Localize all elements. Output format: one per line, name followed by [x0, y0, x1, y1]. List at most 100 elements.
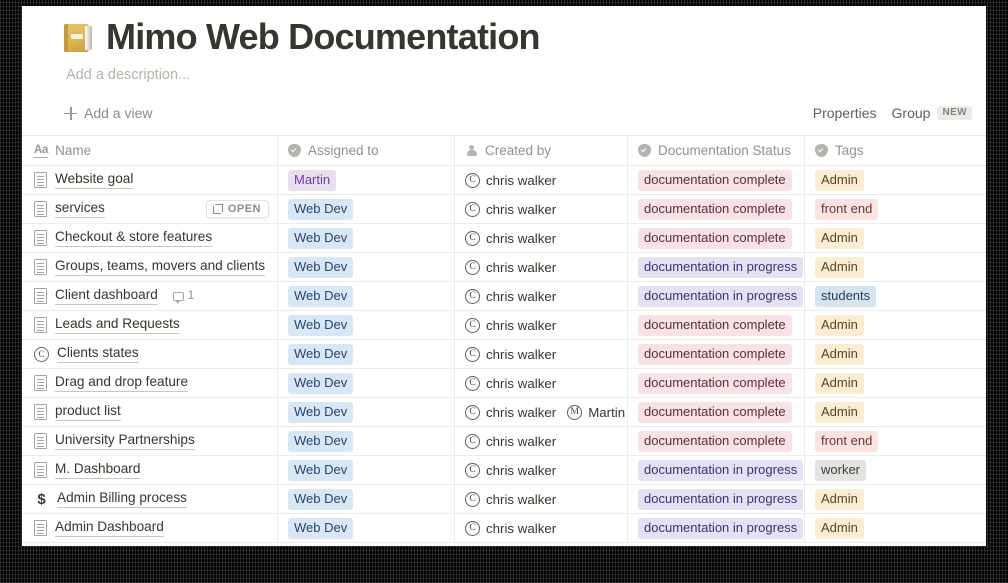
row-title-link[interactable]: Client dashboard [55, 287, 158, 306]
cell-documentation-status[interactable]: documentation in progress [628, 253, 805, 282]
table-row[interactable]: $ Admin Billing process Web Dev Cchris walk… [22, 485, 986, 515]
cell-created-by[interactable]: Cchris walker [455, 514, 628, 543]
table-row[interactable]: services OPEN Web Dev Cchris walker document… [22, 195, 986, 225]
properties-button[interactable]: Properties [813, 105, 877, 121]
cell-tags[interactable]: Admin [805, 311, 964, 339]
cell-name[interactable] [22, 543, 278, 546]
cell-tags[interactable]: Admin [805, 224, 964, 252]
table-row[interactable]: Website goal Martin Cchris walker documenta… [22, 166, 986, 196]
cell-assigned-to[interactable]: Web Dev [278, 311, 455, 340]
cell-tags[interactable]: front end [805, 427, 964, 455]
cell-name[interactable]: University Partnerships [22, 427, 278, 456]
cell-name[interactable]: services OPEN [22, 195, 278, 224]
cell-name[interactable]: Checkout & store features [22, 224, 278, 253]
cell-assigned-to[interactable]: Web Dev [278, 340, 455, 369]
table-row[interactable]: Drag and drop feature Web Dev Cchris walke… [22, 369, 986, 399]
cell-name[interactable]: Leads and Requests [22, 311, 278, 340]
cell-tags[interactable]: students [805, 282, 964, 310]
cell-name[interactable]: Client dashboard 1 [22, 282, 278, 311]
row-title-link[interactable]: services [55, 200, 105, 219]
column-header-created-by[interactable]: Created by [455, 136, 628, 166]
cell-created-by[interactable]: Cchris walker [455, 369, 628, 398]
table-row[interactable]: Admin Dashboard Web Dev Cchris walker docum… [22, 514, 986, 544]
cell-created-by[interactable]: Cchris walker [455, 253, 628, 282]
cell-name[interactable]: Website goal [22, 166, 278, 195]
row-title-link[interactable]: Drag and drop feature [55, 374, 189, 393]
cell-name[interactable]: Groups, teams, movers and clients [22, 253, 278, 282]
row-title-link[interactable]: Admin Dashboard [55, 519, 164, 538]
cell-name[interactable]: product list [22, 398, 278, 427]
cell-created-by[interactable]: Cchris walker [455, 195, 628, 224]
cell-assigned-to[interactable]: Web Dev [278, 253, 455, 282]
cell-tags[interactable]: worker [805, 456, 964, 484]
cell-documentation-status[interactable]: documentation complete [628, 398, 805, 427]
add-view-button[interactable]: Add a view [64, 102, 158, 124]
cell-assigned-to[interactable]: Web Dev [278, 514, 455, 543]
cell-tags[interactable]: Admin [805, 514, 964, 542]
row-title-link[interactable]: Leads and Requests [55, 316, 180, 335]
cell-documentation-status[interactable]: documentation complete [628, 311, 805, 340]
cell-name[interactable]: Drag and drop feature [22, 369, 278, 398]
row-title-link[interactable]: product list [55, 403, 121, 422]
cell-documentation-status[interactable]: documentation complete [628, 340, 805, 369]
row-title-link[interactable]: Clients states [57, 345, 139, 364]
cell-documentation-status[interactable]: documentation in progress [628, 282, 805, 311]
cell-documentation-status[interactable]: documentation complete [628, 195, 805, 224]
table-row[interactable]: Groups, teams, movers and clients Web Dev… [22, 253, 986, 283]
cell-assigned-to[interactable]: Web Dev [278, 543, 455, 546]
row-title-link[interactable]: Website goal [55, 171, 134, 190]
cell-created-by[interactable]: Cchris walker [455, 456, 628, 485]
cell-created-by[interactable]: Cchris walker [455, 282, 628, 311]
table-row[interactable]: M. Dashboard Web Dev Cchris walker document… [22, 456, 986, 486]
cell-created-by[interactable]: C [455, 543, 628, 546]
cell-created-by[interactable]: Cchris walker [455, 427, 628, 456]
cell-assigned-to[interactable]: Web Dev [278, 456, 455, 485]
open-page-button[interactable]: OPEN [205, 200, 269, 219]
cell-assigned-to[interactable]: Web Dev [278, 224, 455, 253]
cell-assigned-to[interactable]: Web Dev [278, 282, 455, 311]
group-button[interactable]: Group NEW [892, 105, 972, 121]
cell-assigned-to[interactable]: Web Dev [278, 369, 455, 398]
cell-created-by[interactable]: Cchris walker [455, 485, 628, 514]
table-row[interactable]: Client dashboard 1 Web Dev Cchris walker doc… [22, 282, 986, 312]
row-title-link[interactable]: M. Dashboard [55, 461, 141, 480]
table-row[interactable]: University Partnerships Web Dev Cchris wal… [22, 427, 986, 457]
cell-created-by[interactable]: Cchris walker [455, 340, 628, 369]
cell-documentation-status[interactable]: documentation in progress [628, 456, 805, 485]
table-row[interactable]: Checkout & store features Web Dev Cchris w… [22, 224, 986, 254]
cell-name[interactable]: M. Dashboard [22, 456, 278, 485]
cell-assigned-to[interactable]: Web Dev [278, 485, 455, 514]
column-header-name[interactable]: Aa Name [22, 136, 278, 166]
table-row[interactable]: product list Web Dev Cchris walker M Martin … [22, 398, 986, 428]
row-title-link[interactable]: University Partnerships [55, 432, 195, 451]
cell-assigned-to[interactable]: Web Dev [278, 195, 455, 224]
cell-tags[interactable]: Admin [805, 369, 964, 397]
row-title-link[interactable]: Groups, teams, movers and clients [55, 258, 266, 277]
description-placeholder[interactable]: Add a description... [66, 67, 986, 83]
cell-tags[interactable]: Admin [805, 485, 964, 513]
comment-count[interactable]: 1 [172, 290, 194, 304]
table-row[interactable]: Leads and Requests Web Dev Cchris walker do… [22, 311, 986, 341]
table-row[interactable]: Web DevC [22, 543, 986, 546]
table-row[interactable]: C Clients states Web Dev Cchris walker docum… [22, 340, 986, 370]
cell-tags[interactable]: Admin [805, 253, 964, 281]
cell-name[interactable]: Admin Dashboard [22, 514, 278, 543]
cell-created-by[interactable]: Cchris walker M Martin S [455, 398, 628, 427]
cell-assigned-to[interactable]: Martin [278, 166, 455, 195]
cell-documentation-status[interactable]: documentation complete [628, 224, 805, 253]
cell-documentation-status[interactable]: documentation complete [628, 369, 805, 398]
column-header-assigned-to[interactable]: Assigned to [278, 136, 455, 166]
cell-tags[interactable]: Admin [805, 398, 964, 426]
cell-documentation-status[interactable]: documentation in progress [628, 485, 805, 514]
cell-created-by[interactable]: Cchris walker [455, 311, 628, 340]
cell-assigned-to[interactable]: Web Dev [278, 427, 455, 456]
cell-name[interactable]: C Clients states [22, 340, 278, 369]
row-title-link[interactable]: Checkout & store features [55, 229, 213, 248]
cell-tags[interactable]: Admin [805, 340, 964, 368]
cell-tags[interactable]: Admin [805, 166, 964, 194]
cell-documentation-status[interactable]: documentation in progress [628, 514, 805, 543]
cell-tags[interactable] [805, 543, 964, 546]
column-header-documentation-status[interactable]: Documentation Status [628, 136, 805, 166]
cell-created-by[interactable]: Cchris walker [455, 224, 628, 253]
cell-documentation-status[interactable] [628, 543, 805, 546]
